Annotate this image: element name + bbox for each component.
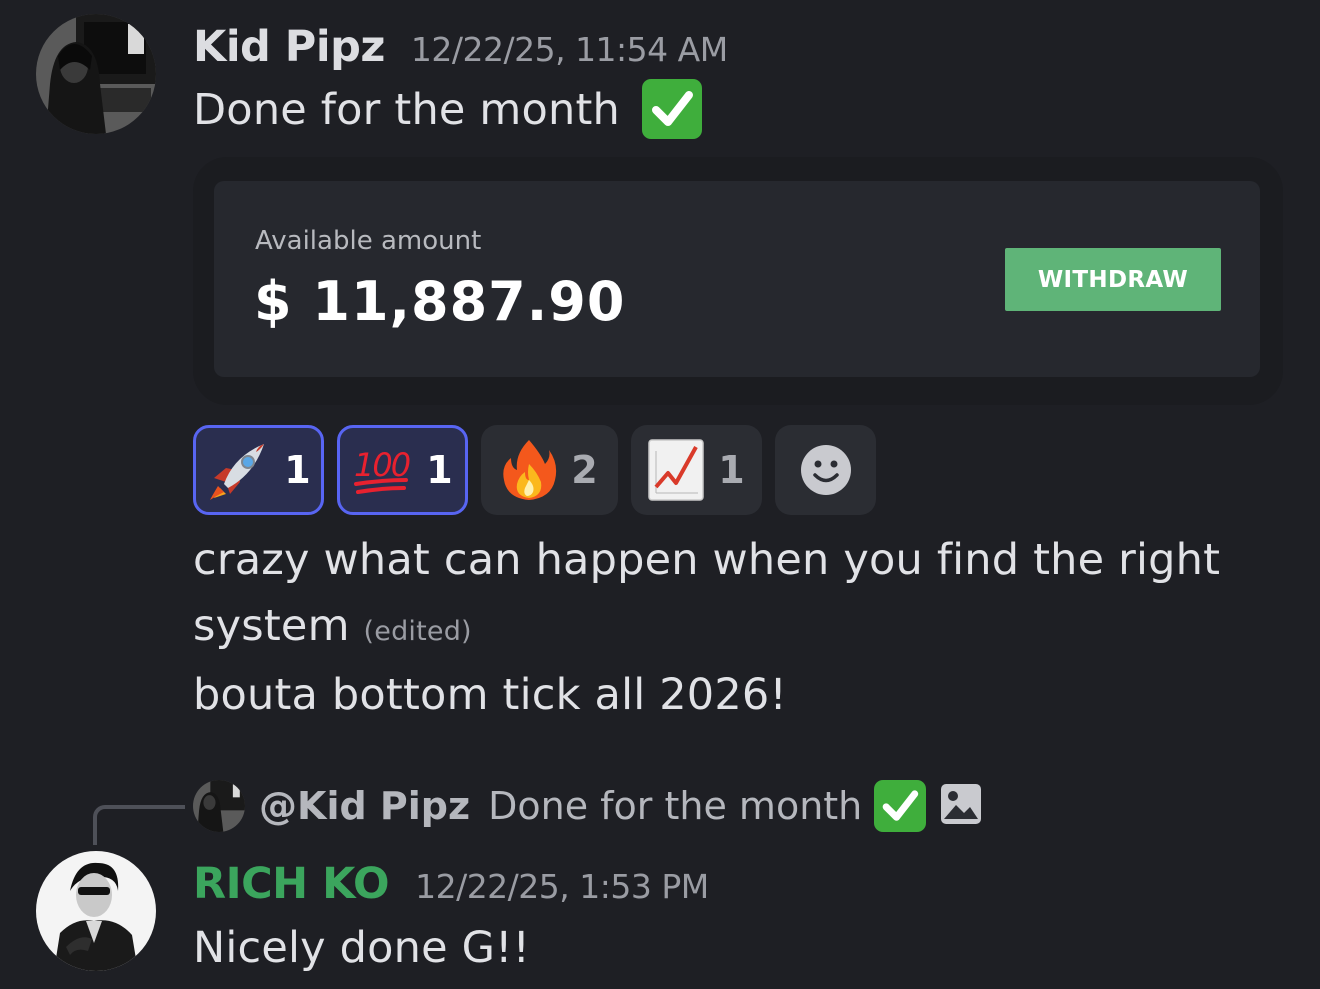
- message-text: Nicely done G!!: [193, 914, 530, 982]
- reaction-count: 1: [426, 448, 453, 492]
- timestamp: 12/22/25, 11:54 AM: [410, 30, 728, 69]
- add-reaction-button[interactable]: [775, 425, 876, 515]
- username[interactable]: Kid Pipz: [193, 22, 385, 72]
- avatar-rich-ko[interactable]: [36, 851, 156, 971]
- username[interactable]: RICH KO: [193, 859, 390, 909]
- message-text: system (edited): [193, 592, 472, 666]
- withdraw-button[interactable]: WITHDRAW: [1005, 248, 1221, 311]
- reaction-rocket[interactable]: 1: [193, 425, 324, 515]
- reply-reference[interactable]: @Kid Pipz Done for the month: [193, 780, 982, 832]
- fire-emoji: [503, 440, 557, 500]
- reaction-fire[interactable]: 2: [481, 425, 618, 515]
- reaction-count: 1: [284, 448, 311, 492]
- message-body: Done for the month: [193, 85, 620, 135]
- avatar-kid-pipz[interactable]: [36, 14, 156, 134]
- embed-label: Available amount: [255, 226, 482, 256]
- edited-label: (edited): [363, 616, 472, 647]
- message-body: system: [193, 601, 350, 651]
- embed-amount: $ 11,887.90: [254, 270, 626, 333]
- check-mark-emoji: [641, 78, 702, 139]
- image-icon: [940, 783, 982, 829]
- message-body: bouta bottom tick all 2026!: [193, 670, 787, 720]
- reaction-chart[interactable]: 1: [631, 425, 762, 515]
- reaction-hundred[interactable]: 100 1: [337, 425, 468, 515]
- message-header: RICH KO 12/22/25, 1:53 PM: [193, 859, 709, 909]
- message-body: Nicely done G!!: [193, 923, 531, 973]
- message-body: crazy what can happen when you find the …: [193, 535, 1221, 585]
- message-text: bouta bottom tick all 2026!: [193, 661, 787, 729]
- message-text: Done for the month: [193, 76, 702, 144]
- chat-view: Kid Pipz 12/22/25, 11:54 AM Done for the…: [0, 0, 1320, 989]
- message-header: Kid Pipz 12/22/25, 11:54 AM: [193, 22, 728, 72]
- chart-increasing-emoji: [648, 439, 705, 501]
- partial-reaction-strip: [730, 982, 850, 989]
- rocket-emoji: [210, 444, 265, 500]
- timestamp: 12/22/25, 1:53 PM: [415, 867, 709, 906]
- message-text: crazy what can happen when you find the …: [193, 526, 1220, 594]
- smiley-icon: [800, 445, 851, 495]
- hundred-points-emoji: 100: [354, 446, 412, 494]
- reply-text: Done for the month: [488, 784, 863, 828]
- reaction-count: 2: [571, 448, 598, 492]
- check-mark-emoji: [874, 780, 927, 832]
- reply-connector: [93, 805, 185, 845]
- reaction-count: 1: [718, 448, 745, 492]
- avatar-kid-pipz-small: [193, 780, 245, 832]
- reply-mention[interactable]: @Kid Pipz: [259, 784, 470, 828]
